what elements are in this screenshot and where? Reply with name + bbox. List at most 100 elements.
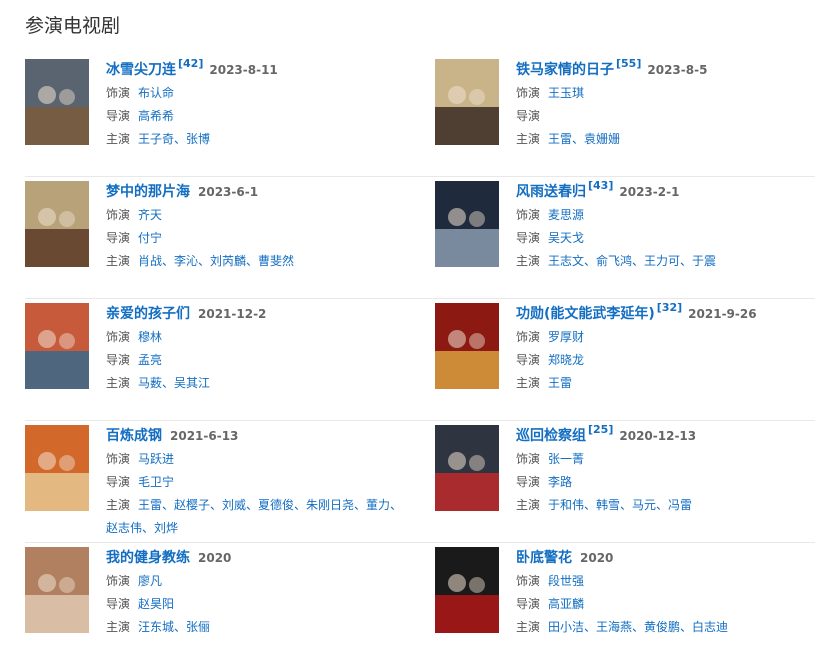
director-label: 导演 bbox=[516, 231, 541, 245]
poster-band bbox=[435, 351, 499, 389]
cast-links[interactable]: 于和伟、韩雪、马元、冯雷 bbox=[548, 498, 692, 512]
poster-graphic bbox=[435, 59, 499, 145]
cast-label: 主演 bbox=[106, 498, 131, 512]
series-title-link[interactable]: 铁马家情的日子 bbox=[516, 62, 614, 78]
series-title-link[interactable]: 亲爱的孩子们 bbox=[106, 306, 190, 322]
cast-label: 主演 bbox=[516, 132, 541, 146]
series-info: 风雨送春归 [43] 2023-2-1 饰演 麦思源导演 吴天戈主演 王志文、俞飞鸿、王力可… bbox=[516, 179, 816, 273]
director-line: 导演 付宁 bbox=[106, 227, 406, 250]
director-link[interactable]: 高希希 bbox=[138, 109, 174, 123]
release-date: 2021-6-13 bbox=[170, 429, 239, 443]
reference-link[interactable]: [25] bbox=[588, 423, 613, 436]
series-title-link[interactable]: 冰雪尖刀连 bbox=[106, 62, 176, 78]
series-title-link[interactable]: 百炼成钢 bbox=[106, 428, 162, 444]
series-info: 我的健身教练 2020 饰演 廖凡 导演 赵昊阳 主演 汪东城、张俪 bbox=[106, 547, 406, 639]
series-title-link[interactable]: 功勋(能文能武李延年) bbox=[516, 306, 655, 322]
poster-figure bbox=[38, 208, 56, 226]
role-label: 饰演 bbox=[106, 86, 131, 100]
cast-line: 主演 马薮、吴其江 bbox=[106, 372, 406, 395]
director-line: 导演 毛卫宁 bbox=[106, 471, 406, 494]
cast-links[interactable]: 汪东城、张俪 bbox=[138, 620, 210, 634]
series-title-link[interactable]: 风雨送春归 bbox=[516, 184, 586, 200]
poster-image[interactable] bbox=[435, 181, 499, 267]
reference-link[interactable]: [55] bbox=[616, 57, 641, 70]
title-line: 亲爱的孩子们 2021-12-2 bbox=[106, 303, 406, 323]
poster-image[interactable] bbox=[25, 181, 89, 267]
director-link[interactable]: 毛卫宁 bbox=[138, 475, 174, 489]
cast-links[interactable]: 王子奇、张博 bbox=[138, 132, 210, 146]
reference-link[interactable]: [32] bbox=[657, 301, 682, 314]
poster-graphic bbox=[25, 425, 89, 511]
poster-image[interactable] bbox=[435, 425, 499, 511]
role-link[interactable]: 齐天 bbox=[138, 208, 162, 222]
reference-link[interactable]: [43] bbox=[588, 179, 613, 192]
poster-graphic bbox=[435, 303, 499, 389]
poster-image[interactable] bbox=[435, 303, 499, 389]
cast-links[interactable]: 王雷、袁姗姗 bbox=[548, 132, 620, 146]
role-link[interactable]: 张一菁 bbox=[548, 452, 584, 466]
series-info: 梦中的那片海 2023-6-1 饰演 齐天 导演 付宁 主演 肖战、李沁、刘芮麟、曹斐然 bbox=[106, 181, 406, 273]
poster-image[interactable] bbox=[25, 425, 89, 511]
title-line: 卧底警花 2020 bbox=[516, 547, 816, 567]
poster-graphic bbox=[25, 547, 89, 633]
series-title-link[interactable]: 卧底警花 bbox=[516, 550, 572, 566]
cast-line: 主演 王雷、赵樱子、刘威、夏德俊、朱刚日尧、董力、赵志伟、刘烨 bbox=[106, 494, 406, 540]
poster-figure bbox=[469, 455, 485, 471]
cast-line: 主演 于和伟、韩雪、马元、冯雷 bbox=[516, 494, 816, 517]
cast-label: 主演 bbox=[516, 620, 541, 634]
role-link[interactable]: 马跃进 bbox=[138, 452, 174, 466]
role-link[interactable]: 布认命 bbox=[138, 86, 174, 100]
cast-links[interactable]: 王雷、赵樱子、刘威、夏德俊、朱刚日尧、董力、赵志伟、刘烨 bbox=[106, 498, 402, 535]
series-title-link[interactable]: 梦中的那片海 bbox=[106, 184, 190, 200]
role-link[interactable]: 麦思源 bbox=[548, 208, 584, 222]
poster-band bbox=[25, 351, 89, 389]
role-line: 饰演 麦思源 bbox=[516, 204, 816, 227]
role-label: 饰演 bbox=[516, 574, 541, 588]
poster-figure bbox=[448, 452, 466, 470]
cast-line: 主演 肖战、李沁、刘芮麟、曹斐然 bbox=[106, 250, 406, 273]
role-link[interactable]: 廖凡 bbox=[138, 574, 162, 588]
poster-graphic bbox=[25, 303, 89, 389]
director-label: 导演 bbox=[516, 597, 541, 611]
series-row: 冰雪尖刀连 [42] 2023-8-11 饰演 布认命 导演 高希希 主演 王子奇、张博 铁马家情… bbox=[25, 55, 815, 177]
title-line: 百炼成钢 2021-6-13 bbox=[106, 425, 406, 445]
cast-links[interactable]: 马薮、吴其江 bbox=[138, 376, 210, 390]
poster-figure bbox=[38, 86, 56, 104]
series-title-link[interactable]: 我的健身教练 bbox=[106, 550, 190, 566]
director-link[interactable]: 赵昊阳 bbox=[138, 597, 174, 611]
poster-image[interactable] bbox=[25, 303, 89, 389]
reference-link[interactable]: [42] bbox=[178, 57, 203, 70]
poster-figure bbox=[469, 333, 485, 349]
role-link[interactable]: 王玉琪 bbox=[548, 86, 584, 100]
poster-figure bbox=[38, 330, 56, 348]
cast-line: 主演 王志文、俞飞鸿、王力可、于震 bbox=[516, 250, 816, 273]
cast-links[interactable]: 王志文、俞飞鸿、王力可、于震 bbox=[548, 254, 716, 268]
series-info: 冰雪尖刀连 [42] 2023-8-11 饰演 布认命 导演 高希希 主演 王子奇、张博 bbox=[106, 57, 406, 151]
director-link[interactable]: 吴天戈 bbox=[548, 231, 584, 245]
director-link[interactable]: 孟亮 bbox=[138, 353, 162, 367]
poster-image[interactable] bbox=[25, 59, 89, 145]
poster-image[interactable] bbox=[435, 547, 499, 633]
director-link[interactable]: 高亚麟 bbox=[548, 597, 584, 611]
poster-image[interactable] bbox=[25, 547, 89, 633]
director-label: 导演 bbox=[106, 109, 131, 123]
director-link[interactable]: 付宁 bbox=[138, 231, 162, 245]
cast-links[interactable]: 王雷 bbox=[548, 376, 572, 390]
cast-links[interactable]: 田小洁、王海燕、黄俊鹏、白志迪 bbox=[548, 620, 728, 634]
director-label: 导演 bbox=[106, 231, 131, 245]
series-title-link[interactable]: 巡回检察组 bbox=[516, 428, 586, 444]
role-link[interactable]: 穆林 bbox=[138, 330, 162, 344]
poster-graphic bbox=[25, 181, 89, 267]
title-line: 风雨送春归 [43] 2023-2-1 bbox=[516, 179, 816, 201]
director-link[interactable]: 郑晓龙 bbox=[548, 353, 584, 367]
cast-links[interactable]: 肖战、李沁、刘芮麟、曹斐然 bbox=[138, 254, 294, 268]
director-link[interactable]: 李路 bbox=[548, 475, 572, 489]
role-line: 饰演 罗厚财 bbox=[516, 326, 816, 349]
cast-line: 主演 田小洁、王海燕、黄俊鹏、白志迪 bbox=[516, 616, 816, 639]
poster-image[interactable] bbox=[435, 59, 499, 145]
role-link[interactable]: 段世强 bbox=[548, 574, 584, 588]
role-line: 饰演 布认命 bbox=[106, 82, 406, 105]
role-link[interactable]: 罗厚财 bbox=[548, 330, 584, 344]
role-label: 饰演 bbox=[516, 452, 541, 466]
director-line: 导演 孟亮 bbox=[106, 349, 406, 372]
